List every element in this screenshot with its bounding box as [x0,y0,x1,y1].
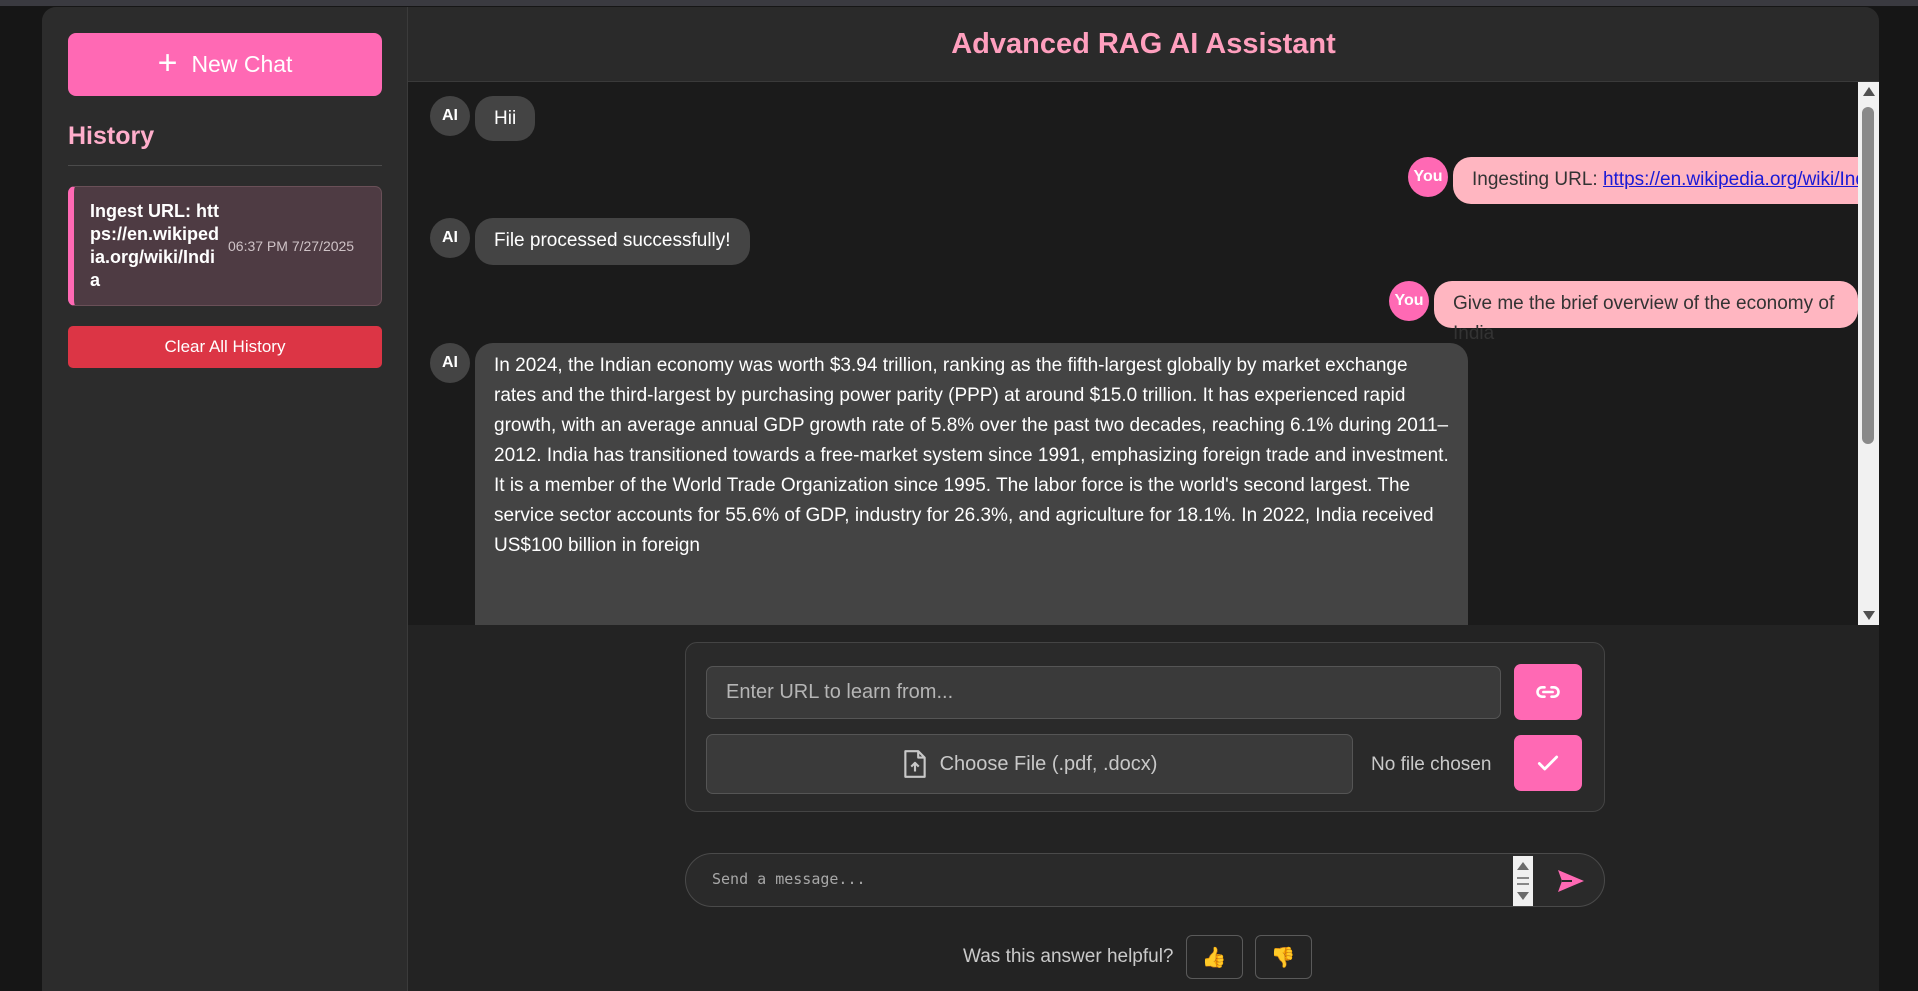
page-title: Advanced RAG AI Assistant [951,27,1336,60]
ai-avatar: AI [430,96,470,136]
thumbs-down-icon: 👎 [1270,946,1296,969]
history-item-title: Ingest URL: https://en.wikipedia.org/wik… [90,201,220,290]
sidebar: + New Chat History Ingest URL: https://e… [42,7,408,991]
ai-avatar: AI [430,218,470,258]
feedback-question: Was this answer helpful? [963,946,1174,967]
feedback-bar: Was this answer helpful? 👍 👎 [963,935,1312,979]
message-input[interactable]: Send a message... [712,870,866,888]
avatar-label: You [1394,292,1424,309]
spinner-up-icon[interactable] [1517,862,1529,870]
thumbs-up-icon: 👍 [1201,946,1227,969]
textarea-spinner[interactable] [1513,856,1533,906]
browser-top-strip [0,0,1918,6]
url-input[interactable] [706,666,1501,719]
ingested-url-link[interactable]: https://en.wikipedia.org/wiki/India [1603,169,1858,190]
avatar-label: You [1413,168,1443,185]
ai-avatar: AI [430,343,470,383]
choose-file-button[interactable]: Choose File (.pdf, .docx) [706,734,1353,794]
choose-file-label: Choose File (.pdf, .docx) [939,752,1158,775]
user-message-prefix: Ingesting URL: [1472,169,1603,190]
upload-file-button[interactable] [1514,735,1582,791]
link-icon [1536,686,1560,698]
message-list[interactable]: AI Hii You Ingesting URL: https://en.wik… [408,82,1858,625]
app-window: + New Chat History Ingest URL: https://e… [42,7,1879,991]
scrollbar-thumb[interactable] [1862,107,1874,444]
ai-message-bubble: File processed successfully! [475,218,750,265]
resize-grip-icon [1517,877,1529,885]
chat-header: Advanced RAG AI Assistant [408,7,1879,82]
avatar-label: AI [442,229,458,246]
ai-message-bubble: Hii [475,96,536,141]
history-item[interactable]: Ingest URL: https://en.wikipedia.org/wik… [68,186,382,306]
thumbs-up-button[interactable]: 👍 [1185,935,1243,979]
history-heading: History [68,122,155,150]
avatar-label: AI [442,354,458,371]
message-composer[interactable]: Send a message... [685,853,1605,907]
send-button[interactable] [1554,865,1588,897]
knowledge-input-panel: Choose File (.pdf, .docx) No file chosen [685,642,1605,812]
new-chat-button[interactable]: + New Chat [68,33,382,96]
spinner-down-icon[interactable] [1517,892,1529,900]
send-icon [1558,870,1584,892]
user-message-bubble: Give me the brief overview of the econom… [1434,281,1858,344]
message-scrollbar[interactable] [1858,82,1879,625]
divider [68,165,382,166]
ai-message-bubble: In 2024, the Indian economy was worth $3… [475,343,1468,625]
new-chat-label: New Chat [191,51,293,77]
scroll-up-arrow-icon[interactable] [1863,87,1875,96]
user-avatar: You [1408,157,1448,197]
plus-icon: + [157,44,178,82]
user-avatar: You [1389,281,1429,321]
thumbs-down-button[interactable]: 👎 [1254,935,1312,979]
file-status: No file chosen [1371,754,1492,775]
chat-main: Advanced RAG AI Assistant AI Hii You Ing… [408,7,1879,991]
scroll-down-arrow-icon[interactable] [1863,611,1875,620]
check-icon [1537,755,1559,771]
avatar-label: AI [442,107,458,124]
user-message-bubble: Ingesting URL: https://en.wikipedia.org/… [1453,157,1858,204]
history-item-time: 06:37 PM 7/27/2025 [228,238,355,254]
file-upload-icon [903,750,926,778]
ingest-url-button[interactable] [1514,664,1582,720]
clear-history-button[interactable]: Clear All History [68,326,382,368]
